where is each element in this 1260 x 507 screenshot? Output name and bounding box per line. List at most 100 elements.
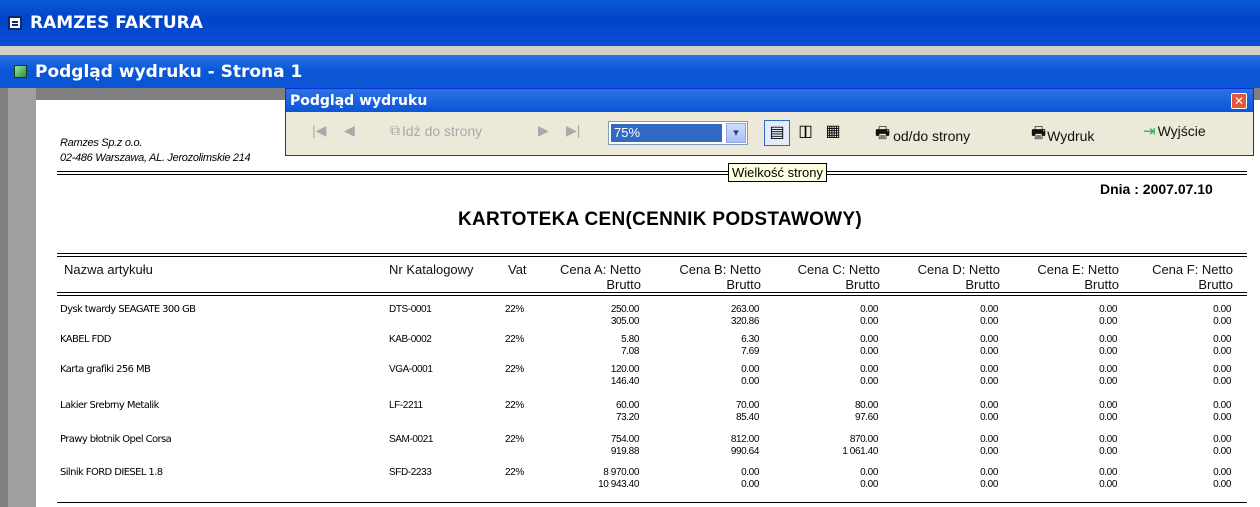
chevron-down-icon[interactable]: ▾ [726, 123, 746, 143]
page-range-print-button[interactable]: 🖶 od/do strony [875, 122, 970, 149]
cell-price-f-brutto: 0.00 [1213, 479, 1231, 490]
cell-catalog: SAM-0021 [389, 434, 434, 445]
cell-name: Dysk twardy SEAGATE 300 GB [60, 304, 196, 315]
cell-price-f-brutto: 0.00 [1213, 346, 1231, 357]
cell-vat: 22% [505, 467, 524, 478]
cell-price-e-brutto: 0.00 [1099, 446, 1117, 457]
col-header-price-f-brutto: Brutto [1198, 277, 1233, 292]
cell-price-e-netto: 0.00 [1099, 400, 1117, 411]
cell-price-d-netto: 0.00 [980, 467, 998, 478]
cell-price-d-brutto: 0.00 [980, 412, 998, 423]
next-page-icon[interactable]: ▶ [538, 122, 549, 139]
cell-price-d-netto: 0.00 [980, 400, 998, 411]
cell-price-c-netto: 0.00 [860, 364, 878, 375]
col-header-price-a-brutto: Brutto [606, 277, 641, 292]
report-title: KARTOTEKA CEN(CENNIK PODSTAWOWY) [457, 209, 863, 230]
print-preview-toolbar[interactable]: Podgląd wydruku ✕ |◀ ◀ ⧉ Idź do strony ▶… [285, 88, 1254, 156]
company-address: 02-486 Warszawa, AL. Jerozolimskie 214 [60, 152, 251, 164]
goto-page-label: Idź do strony [402, 122, 483, 139]
cell-price-c-netto: 870.00 [849, 434, 879, 445]
cell-price-b-netto: 812.00 [730, 434, 760, 445]
close-button[interactable]: ✕ [1231, 93, 1247, 109]
col-header-price-f-netto: Cena F: Netto [1152, 262, 1233, 277]
cell-price-c-netto: 0.00 [860, 334, 878, 345]
table-header-top-rule [57, 253, 1247, 257]
table-header-bottom-rule [57, 292, 1247, 296]
cell-price-b-brutto: 320.86 [730, 316, 760, 327]
toolbar-title: Podgląd wydruku [290, 92, 428, 109]
col-header-price-e-brutto: Brutto [1084, 277, 1119, 292]
preview-title-bar[interactable]: Podgląd wydruku - Strona 1 [0, 55, 1260, 88]
cell-price-f-netto: 0.00 [1213, 400, 1231, 411]
preview-frame-left-inner [8, 88, 36, 507]
cell-price-d-brutto: 0.00 [980, 316, 998, 327]
cell-name: Prawy błotnik Opel Corsa [60, 434, 172, 445]
printer-icon: 🖶 [875, 125, 891, 142]
print-button[interactable]: 🖶 Wydruk [1031, 122, 1094, 149]
cell-price-a-netto: 60.00 [615, 400, 639, 411]
goto-page-button[interactable]: ⧉ Idź do strony [390, 122, 482, 139]
single-page-icon[interactable]: ▤ [764, 120, 790, 146]
cell-name: KABEL FDD [60, 334, 112, 345]
cell-price-c-brutto: 1 061.40 [842, 446, 878, 457]
cell-price-c-netto: 80.00 [854, 400, 878, 411]
cell-price-c-netto: 0.00 [860, 304, 878, 315]
zoom-select[interactable]: 75% ▾ [608, 121, 748, 145]
col-header-price-b-netto: Cena B: Netto [679, 262, 761, 277]
last-page-icon[interactable]: ▶| [566, 122, 580, 139]
cell-price-f-brutto: 0.00 [1213, 376, 1231, 387]
four-pages-icon[interactable]: ▦ [820, 120, 846, 146]
exit-button[interactable]: ⇥ Wyjście [1143, 122, 1206, 140]
cell-price-d-brutto: 0.00 [980, 479, 998, 490]
cell-price-d-netto: 0.00 [980, 334, 998, 345]
cell-price-b-netto: 6.30 [741, 334, 759, 345]
cell-price-d-netto: 0.00 [980, 364, 998, 375]
table-bottom-rule [57, 502, 1247, 503]
cell-price-a-netto: 250.00 [610, 304, 640, 315]
cell-catalog: LF-2211 [389, 400, 423, 411]
cell-price-f-netto: 0.00 [1213, 434, 1231, 445]
two-pages-icon[interactable]: ▯▯ [791, 120, 817, 146]
cell-price-a-brutto: 10 943.40 [598, 479, 639, 490]
cell-price-e-netto: 0.00 [1099, 364, 1117, 375]
cell-vat: 22% [505, 304, 524, 315]
col-header-catalog: Nr Katalogowy [389, 262, 474, 277]
cell-price-e-brutto: 0.00 [1099, 479, 1117, 490]
cell-name: Karta grafiki 256 MB [60, 364, 151, 375]
col-header-price-e-netto: Cena E: Netto [1037, 262, 1119, 277]
cell-catalog: SFD-2233 [389, 467, 432, 478]
cell-name: Lakier Srebrny Metalik [60, 400, 159, 411]
cell-price-a-netto: 120.00 [610, 364, 640, 375]
print-label: Wydruk [1047, 127, 1095, 144]
cell-price-d-brutto: 0.00 [980, 346, 998, 357]
cell-price-a-netto: 5.80 [621, 334, 639, 345]
cell-price-c-brutto: 0.00 [860, 479, 878, 490]
cell-price-b-brutto: 0.00 [741, 376, 759, 387]
prev-page-icon[interactable]: ◀ [344, 122, 355, 139]
cell-catalog: DTS-0001 [389, 304, 432, 315]
toolbar-title-bar[interactable]: Podgląd wydruku [286, 89, 1253, 112]
cell-price-f-netto: 0.00 [1213, 467, 1231, 478]
col-header-price-d-netto: Cena D: Netto [917, 262, 1000, 277]
page-range-label: od/do strony [893, 127, 971, 144]
cell-price-f-netto: 0.00 [1213, 364, 1231, 375]
cell-price-c-netto: 0.00 [860, 467, 878, 478]
exit-label: Wyjście [1157, 123, 1206, 139]
cell-vat: 22% [505, 434, 524, 445]
cell-price-b-netto: 0.00 [741, 364, 759, 375]
cell-price-a-brutto: 305.00 [610, 316, 640, 327]
printer-icon: 🖶 [1031, 125, 1047, 142]
cell-price-e-brutto: 0.00 [1099, 412, 1117, 423]
cell-price-e-brutto: 0.00 [1099, 346, 1117, 357]
header-divider [57, 171, 1247, 175]
col-header-price-d-brutto: Brutto [965, 277, 1000, 292]
cell-price-e-brutto: 0.00 [1099, 316, 1117, 327]
cell-price-f-brutto: 0.00 [1213, 446, 1231, 457]
col-header-vat: Vat [508, 262, 527, 277]
first-page-icon[interactable]: |◀ [312, 122, 326, 139]
app-title-bar[interactable]: RAMZES FAKTURA [0, 0, 1260, 46]
col-header-price-a-netto: Cena A: Netto [560, 262, 641, 277]
app-icon [8, 16, 22, 30]
cell-price-b-brutto: 7.69 [741, 346, 759, 357]
cell-price-a-netto: 754.00 [610, 434, 640, 445]
